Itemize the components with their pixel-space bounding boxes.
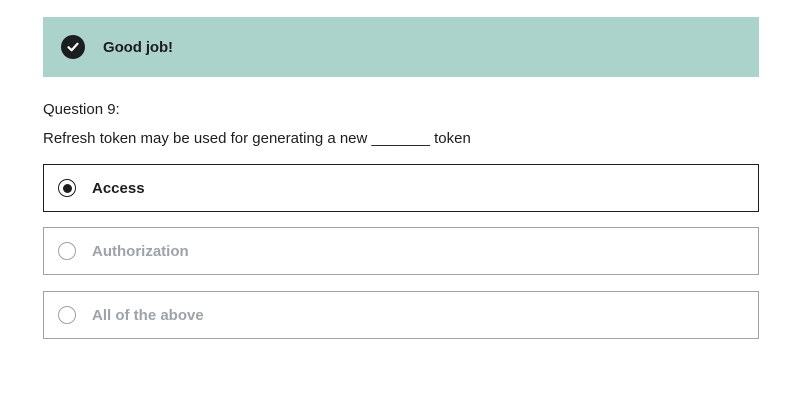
answer-option-label: Access: [92, 179, 145, 197]
answer-option-all-of-the-above[interactable]: All of the above: [43, 291, 759, 339]
radio-dot: [62, 183, 72, 193]
radio-unselected-icon[interactable]: [58, 306, 76, 324]
question-prompt: Refresh token may be used for generating…: [43, 130, 471, 147]
answer-option-authorization[interactable]: Authorization: [43, 227, 759, 275]
answer-option-label: All of the above: [92, 306, 204, 324]
answer-option-label: Authorization: [92, 242, 189, 260]
check-circle-icon: [61, 35, 85, 59]
radio-selected-icon[interactable]: [58, 179, 76, 197]
answer-option-access[interactable]: Access: [43, 164, 759, 212]
radio-unselected-icon[interactable]: [58, 242, 76, 260]
feedback-message: Good job!: [103, 38, 173, 56]
feedback-banner: Good job!: [43, 17, 759, 77]
question-number: Question 9:: [43, 101, 120, 118]
